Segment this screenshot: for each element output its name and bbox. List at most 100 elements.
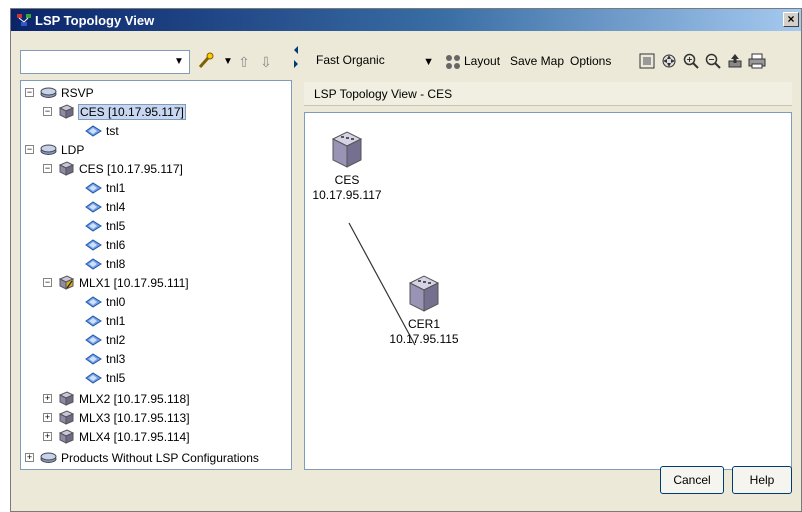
tree-node-tunnel[interactable]: tnl1 (85, 178, 126, 197)
dropdown-arrow-icon[interactable]: ▼ (423, 51, 434, 73)
tree-label: tnl6 (106, 237, 126, 252)
tunnel-icon (85, 372, 102, 384)
tree-node-tunnel[interactable]: tnl4 (85, 197, 126, 216)
tunnel-icon (85, 296, 102, 308)
router-device-icon (58, 391, 75, 406)
tree-node-tunnel[interactable]: tnl1 (85, 311, 126, 330)
tree-label: CES [10.17.95.117] (78, 103, 186, 120)
tree-node-ldp-mlx1[interactable]: − MLX1 [10.17.95.111] (43, 273, 190, 292)
close-button[interactable]: × (783, 12, 799, 27)
tree-label: MLX2 [10.17.95.118] (79, 391, 190, 406)
export-icon[interactable] (726, 53, 744, 71)
tree-label: tnl4 (106, 199, 126, 214)
collapse-icon[interactable]: − (25, 145, 34, 154)
tree-node-ldp-mlx4[interactable]: + MLX4 [10.17.95.114] (43, 427, 191, 446)
find-icon[interactable] (196, 52, 216, 72)
node-ip: 10.17.95.115 (389, 332, 459, 346)
collapse-icon[interactable]: − (43, 164, 52, 173)
zoom-out-icon[interactable] (704, 53, 722, 71)
expand-icon[interactable]: + (43, 394, 52, 403)
topology-node-cer1[interactable]: CER1 10.17.95.115 (381, 275, 467, 347)
protocol-disk-icon (40, 452, 57, 463)
tree-label: tnl8 (106, 256, 126, 271)
expand-icon[interactable]: + (43, 432, 52, 441)
tree-node-tunnel[interactable]: tnl5 (85, 368, 126, 387)
tree-node-tunnel[interactable]: tnl0 (85, 292, 126, 311)
topology-view-title: LSP Topology View - CES (314, 87, 453, 101)
tree-node-rsvp[interactable]: − RSVP (25, 83, 95, 102)
tree-label: tst (106, 123, 119, 138)
cancel-button[interactable]: Cancel (660, 466, 724, 494)
tree-node-tunnel[interactable]: tst (85, 121, 120, 140)
pan-icon[interactable] (660, 53, 678, 71)
tree-search-combo[interactable]: ▼ (20, 50, 190, 74)
tree-label: MLX1 [10.17.95.111] (79, 275, 189, 290)
tree-node-tunnel[interactable]: tnl3 (85, 349, 126, 368)
protocol-disk-icon (40, 87, 57, 98)
tree-node-products-without-lsp[interactable]: + Products Without LSP Configurations (25, 448, 260, 467)
collapse-left-icon[interactable] (294, 46, 298, 54)
collapse-right-icon[interactable] (294, 60, 298, 68)
node-name: CES (334, 173, 360, 187)
tree-node-ldp-mlx3[interactable]: + MLX3 [10.17.95.113] (43, 408, 191, 427)
node-name: CER1 (407, 317, 440, 331)
help-button[interactable]: Help (732, 466, 792, 494)
tree-label: tnl1 (106, 180, 126, 195)
router-device-icon (408, 275, 440, 312)
tree-node-ldp[interactable]: − LDP (25, 140, 85, 159)
router-device-icon (58, 410, 75, 425)
tree-node-rsvp-ces[interactable]: − CES [10.17.95.117] (43, 102, 186, 121)
tree-node-ldp-mlx2[interactable]: + MLX2 [10.17.95.118] (43, 389, 191, 408)
expand-icon[interactable]: + (43, 413, 52, 422)
tunnel-icon (85, 334, 102, 346)
tree-node-ldp-ces[interactable]: − CES [10.17.95.117] (43, 159, 184, 178)
tunnel-icon (85, 220, 102, 232)
collapse-icon[interactable]: − (43, 107, 52, 116)
protocol-disk-icon (40, 144, 57, 155)
tree-label: tnl0 (106, 294, 126, 309)
layout-button[interactable]: Layout (464, 54, 500, 68)
save-map-button[interactable]: Save Map (510, 54, 564, 68)
move-down-icon[interactable]: ⇩ (256, 52, 276, 72)
tunnel-icon (85, 315, 102, 327)
layout-icon[interactable] (444, 53, 462, 71)
tree-node-tunnel[interactable]: tnl5 (85, 216, 126, 235)
tree-node-tunnel[interactable]: tnl8 (85, 254, 126, 273)
tree-label: Products Without LSP Configurations (61, 450, 259, 465)
expand-icon[interactable]: + (25, 453, 34, 462)
fit-to-view-icon[interactable] (638, 53, 656, 71)
tree-node-tunnel[interactable]: tnl6 (85, 235, 126, 254)
topology-toolbar: Fast Organic ▼ Layout Save Map Options (304, 46, 792, 76)
collapse-icon[interactable]: − (43, 278, 52, 287)
router-device-icon (58, 161, 75, 176)
topology-view-header: LSP Topology View - CES (304, 82, 792, 106)
tree-node-tunnel[interactable]: tnl2 (85, 330, 126, 349)
title-bar[interactable]: LSP Topology View × (11, 9, 801, 31)
tunnel-icon (85, 258, 102, 270)
tree-label: tnl5 (106, 370, 126, 385)
topology-node-ces[interactable]: CES 10.17.95.117 (307, 131, 387, 203)
collapse-icon[interactable]: − (25, 88, 34, 97)
tree-label: tnl3 (106, 351, 126, 366)
panel-splitter[interactable] (294, 44, 300, 470)
tree-label: tnl2 (106, 332, 126, 347)
tree-label: tnl5 (106, 218, 126, 233)
layout-algorithm-select[interactable]: Fast Organic ▼ (310, 49, 438, 73)
topology-app-icon (17, 14, 31, 26)
tunnel-icon (85, 125, 102, 137)
router-device-icon (58, 429, 75, 444)
dropdown-arrow-icon[interactable]: ▼ (171, 53, 187, 71)
print-icon[interactable] (748, 53, 766, 71)
router-device-icon (58, 104, 75, 119)
node-ip: 10.17.95.117 (312, 188, 382, 202)
options-button[interactable]: Options (570, 54, 611, 68)
tunnel-icon (85, 182, 102, 194)
zoom-in-icon[interactable] (682, 53, 700, 71)
topology-canvas[interactable]: CES 10.17.95.117 CER1 10.17.95.115 (304, 112, 792, 470)
tree-label: MLX3 [10.17.95.113] (79, 410, 190, 425)
tree-label: RSVP (61, 85, 94, 100)
move-up-icon[interactable]: ⇧ (234, 52, 254, 72)
lsp-tree: − RSVP − CES [10.17.95.117] tst − LDP − … (20, 80, 292, 470)
tree-label: CES [10.17.95.117] (79, 161, 183, 176)
tunnel-icon (85, 353, 102, 365)
